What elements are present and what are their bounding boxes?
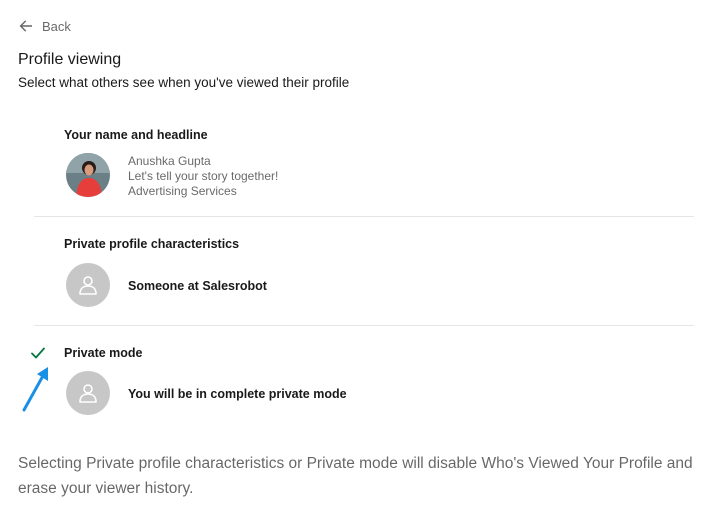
back-link[interactable]: Back [18,16,71,36]
person-icon [79,276,97,295]
option-heading: Private mode [64,346,143,360]
option-heading: Your name and headline [64,128,208,142]
option-description: You will be in complete private mode [128,387,347,401]
checkmark-icon [31,347,45,359]
option-name-and-headline[interactable]: Your name and headline Anushka Gupta Let… [34,118,694,218]
ghost-avatar [66,371,110,415]
member-name: Anushka Gupta [128,154,211,168]
option-description: Someone at Salesrobot [128,279,267,293]
ghost-avatar [66,263,110,307]
option-private-profile-characteristics[interactable]: Private profile characteristics Someone … [34,227,694,327]
member-industry: Advertising Services [128,184,237,198]
divider [34,325,694,326]
page-title: Profile viewing [18,51,122,68]
arrow-left-icon [18,18,34,34]
divider [34,216,694,217]
page-subtitle: Select what others see when you've viewe… [18,75,350,90]
avatar [66,153,110,197]
footer-note: Selecting Private profile characteristic… [18,455,693,497]
person-icon [79,384,97,403]
back-label: Back [42,18,71,34]
option-private-mode[interactable]: Private mode You will be in complete pri… [34,336,694,426]
member-headline: Let's tell your story together! [128,169,279,183]
annotation-arrow-icon [22,367,48,412]
option-heading: Private profile characteristics [64,237,240,251]
